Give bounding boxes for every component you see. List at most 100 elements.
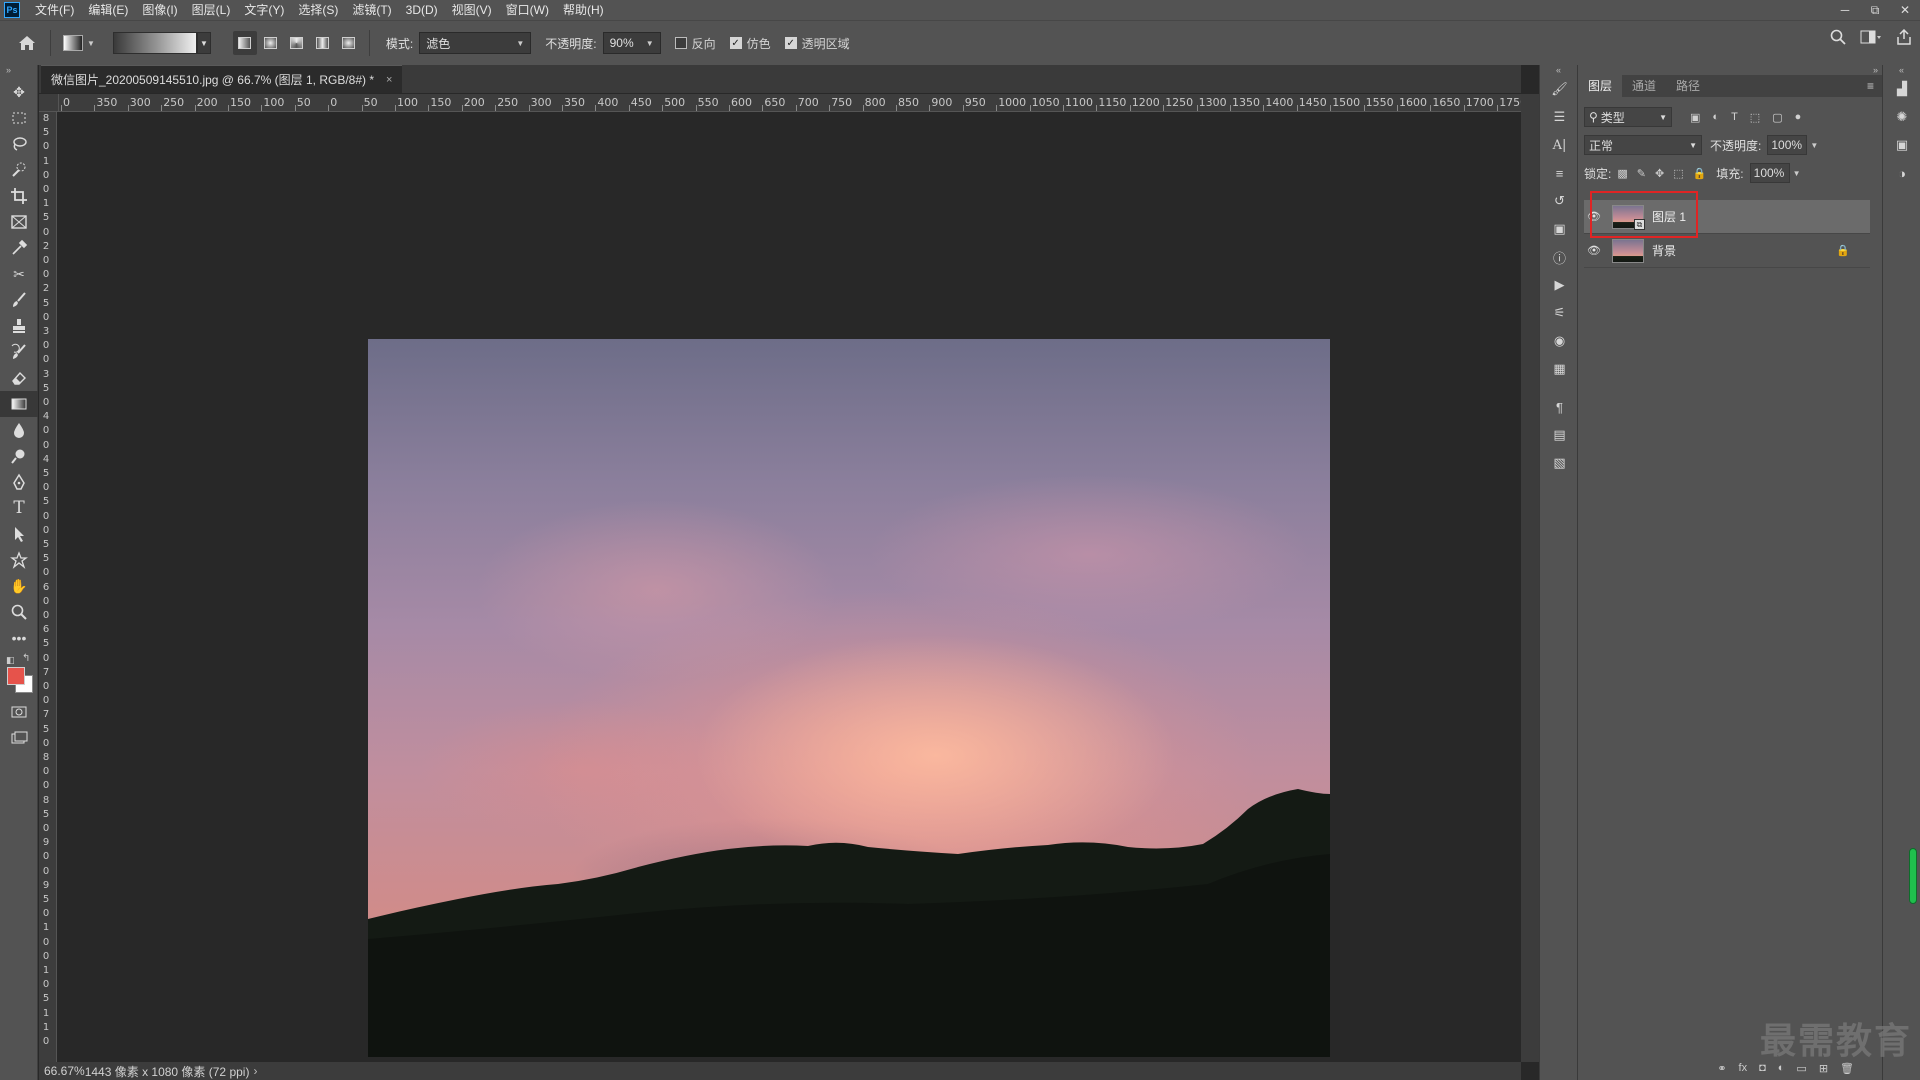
ruler-corner[interactable] — [39, 94, 59, 112]
home-icon[interactable] — [12, 28, 42, 58]
zoom-level[interactable]: 66.67% — [44, 1064, 85, 1078]
frame-tool-icon[interactable] — [0, 209, 38, 235]
sunset-photo-canvas[interactable] — [368, 339, 1330, 1057]
history-brush-tool-icon[interactable] — [0, 339, 38, 365]
lock-position-icon[interactable]: ✥ — [1655, 167, 1664, 180]
eraser-tool-icon[interactable] — [0, 365, 38, 391]
lock-all-icon[interactable]: 🔒 — [1693, 167, 1707, 180]
shape-filter-icon[interactable]: ⬚ — [1750, 111, 1760, 124]
gradient-dropdown-chevron-icon[interactable]: ▼ — [196, 32, 211, 54]
fx-icon[interactable]: fx — [1739, 1062, 1748, 1074]
libraries-icon[interactable]: ▣ — [1540, 215, 1579, 243]
navigator-icon[interactable]: ✺ — [1883, 103, 1920, 131]
eyedropper-tool-icon[interactable] — [0, 235, 38, 261]
properties-icon[interactable]: ▣ — [1883, 131, 1920, 159]
close-window-button[interactable]: ✕ — [1890, 0, 1920, 20]
menu-view[interactable]: 视图(V) — [445, 0, 499, 20]
fill-field[interactable]: 100% — [1749, 163, 1790, 183]
adjustment-filter-icon[interactable]: ◐ — [1712, 111, 1719, 124]
tab-layers[interactable]: 图层 — [1578, 75, 1623, 97]
lasso-tool-icon[interactable] — [0, 131, 38, 157]
notes-icon[interactable]: ▧ — [1540, 449, 1579, 477]
menu-3d[interactable]: 3D(D) — [399, 0, 445, 20]
table-icon[interactable]: ▦ — [1540, 355, 1579, 383]
quick-selection-tool-icon[interactable] — [0, 157, 38, 183]
search-icon[interactable] — [1830, 29, 1846, 45]
menu-window[interactable]: 窗口(W) — [499, 0, 556, 20]
menu-layer[interactable]: 图层(L) — [185, 0, 238, 20]
paragraph-icon[interactable]: ¶ — [1540, 393, 1579, 421]
dodge-tool-icon[interactable] — [0, 443, 38, 469]
swap-colors-icon[interactable]: ↰ — [22, 653, 30, 664]
reverse-checkbox[interactable]: 反向 — [674, 35, 716, 52]
collapse-panel-icon[interactable]: » — [1873, 65, 1878, 75]
gradient-preview[interactable] — [112, 32, 197, 54]
zoom-tool-icon[interactable] — [0, 599, 38, 625]
quick-mask-icon[interactable] — [0, 699, 38, 725]
custom-shape-tool-icon[interactable] — [0, 547, 38, 573]
lock-icon[interactable]: 🔒 — [1836, 244, 1850, 257]
reflected-gradient-button[interactable] — [311, 31, 335, 55]
diamond-gradient-button[interactable] — [337, 31, 361, 55]
more-tools-icon[interactable]: ••• — [0, 625, 38, 651]
type-tool-icon[interactable]: T — [0, 495, 38, 521]
radial-gradient-button[interactable] — [259, 31, 283, 55]
restore-button[interactable]: ⧉ — [1860, 0, 1890, 20]
menu-select[interactable]: 选择(S) — [291, 0, 345, 20]
blend-mode-select[interactable]: 正常 ▼ — [1584, 135, 1702, 155]
chevron-down-icon[interactable]: ▼ — [87, 39, 95, 48]
reverse-checkbox-box[interactable] — [674, 37, 687, 49]
pixel-filter-icon[interactable]: ▣ — [1690, 111, 1700, 124]
crop-tool-icon[interactable] — [0, 183, 38, 209]
layer-name[interactable]: 背景 — [1652, 242, 1676, 259]
default-colors-icon[interactable]: ◧ — [6, 655, 15, 666]
adjustments-icon[interactable]: ☰ — [1540, 103, 1579, 131]
expand-panel-icon[interactable]: » — [0, 65, 37, 79]
filter-toggle-icon[interactable]: ● — [1795, 111, 1802, 124]
menu-filter[interactable]: 滤镜(T) — [345, 0, 398, 20]
marquee-tool-icon[interactable] — [0, 105, 38, 131]
clone-source-icon[interactable]: ⚟ — [1540, 299, 1579, 327]
layer-opacity-field[interactable]: 100% — [1767, 135, 1808, 155]
transparency-checkbox-box[interactable]: ✓ — [784, 37, 797, 49]
mode-select[interactable]: 滤色 ▼ — [419, 32, 532, 54]
layer-row[interactable]: 👁 背景 🔒 — [1584, 234, 1870, 268]
canvas-area[interactable] — [59, 112, 1521, 1062]
status-menu-arrow[interactable]: › — [253, 1064, 257, 1078]
menu-file[interactable]: 文件(F) — [28, 0, 81, 20]
healing-brush-tool-icon[interactable]: ✂ — [0, 261, 38, 287]
document-tab[interactable]: 微信图片_20200509145510.jpg @ 66.7% (图层 1, R… — [41, 65, 403, 93]
smart-object-filter-icon[interactable]: ▢ — [1772, 111, 1782, 124]
vertical-scrollbar[interactable] — [1521, 94, 1539, 1062]
dither-checkbox[interactable]: ✓ 仿色 — [729, 35, 771, 52]
transparency-checkbox[interactable]: ✓ 透明区域 — [784, 35, 850, 52]
tab-paths[interactable]: 路径 — [1666, 75, 1710, 97]
opacity-field[interactable]: 90% ▼ — [602, 32, 661, 54]
paragraph-styles-icon[interactable]: ≡ — [1540, 159, 1579, 187]
close-tab-icon[interactable]: × — [386, 74, 392, 86]
link-layers-icon[interactable]: ⚭ — [1717, 1062, 1726, 1075]
collapse-panels-icon[interactable]: « — [1883, 65, 1920, 75]
dither-checkbox-box[interactable]: ✓ — [729, 37, 742, 49]
3d-icon[interactable]: ◉ — [1540, 327, 1579, 355]
menu-edit[interactable]: 编辑(E) — [81, 0, 135, 20]
move-tool-icon[interactable]: ✥ — [0, 79, 38, 105]
clone-stamp-tool-icon[interactable] — [0, 313, 38, 339]
type-filter-icon[interactable]: T — [1731, 111, 1738, 124]
minimize-button[interactable]: ─ — [1830, 0, 1860, 20]
chevron-down-icon[interactable]: ▼ — [1790, 163, 1804, 183]
scroll-indicator[interactable] — [1909, 848, 1917, 904]
lock-pixels-icon[interactable]: ✎ — [1637, 167, 1646, 180]
pen-tool-icon[interactable] — [0, 469, 38, 495]
gradient-tool-icon[interactable] — [0, 391, 38, 417]
lock-artboard-icon[interactable]: ⬚ — [1673, 167, 1683, 180]
linear-gradient-button[interactable] — [232, 31, 257, 55]
collapse-panels-icon[interactable]: « — [1540, 65, 1577, 75]
lock-transparent-icon[interactable]: ▩ — [1617, 167, 1627, 180]
character-icon[interactable]: A| — [1540, 131, 1579, 159]
menu-help[interactable]: 帮助(H) — [556, 0, 611, 20]
chevron-down-icon[interactable]: ▼ — [1807, 135, 1821, 155]
menu-type[interactable]: 文字(Y) — [237, 0, 291, 20]
layer-filter-select[interactable]: ⚲ 类型 ▼ — [1584, 107, 1672, 127]
blur-tool-icon[interactable] — [0, 417, 38, 443]
